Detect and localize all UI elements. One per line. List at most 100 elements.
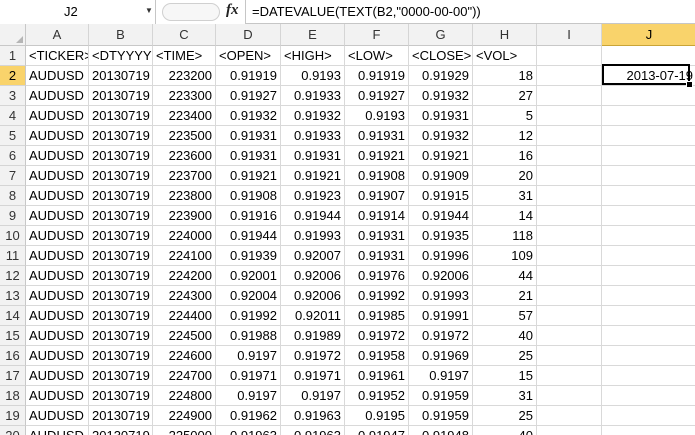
cell-b12[interactable]: 20130719	[89, 266, 153, 286]
cell-c14[interactable]: 224400	[153, 306, 216, 326]
cell-h10[interactable]: 118	[473, 226, 537, 246]
cell-g7[interactable]: 0.91909	[409, 166, 473, 186]
cell-a18[interactable]: AUDUSD	[26, 386, 89, 406]
cell-e14[interactable]: 0.92011	[281, 306, 345, 326]
name-box[interactable]: J2 ▼	[0, 0, 156, 24]
cell-h9[interactable]: 14	[473, 206, 537, 226]
cell-a20[interactable]: AUDUSD	[26, 426, 89, 435]
cell-g4[interactable]: 0.91931	[409, 106, 473, 126]
cell-e16[interactable]: 0.91972	[281, 346, 345, 366]
cell-b11[interactable]: 20130719	[89, 246, 153, 266]
cell-g8[interactable]: 0.91915	[409, 186, 473, 206]
cell-i6[interactable]	[537, 146, 602, 166]
cell-f13[interactable]: 0.91992	[345, 286, 409, 306]
cell-d6[interactable]: 0.91931	[216, 146, 281, 166]
column-header-c[interactable]: C	[153, 24, 216, 46]
chevron-down-icon[interactable]: ▼	[144, 4, 154, 18]
cell-e11[interactable]: 0.92007	[281, 246, 345, 266]
cell-b13[interactable]: 20130719	[89, 286, 153, 306]
cell-i11[interactable]	[537, 246, 602, 266]
cell-j20[interactable]	[602, 426, 695, 435]
cell-h1[interactable]: <VOL>	[473, 46, 537, 66]
cell-g19[interactable]: 0.91959	[409, 406, 473, 426]
cell-a10[interactable]: AUDUSD	[26, 226, 89, 246]
cell-h8[interactable]: 31	[473, 186, 537, 206]
cell-j7[interactable]	[602, 166, 695, 186]
cell-b3[interactable]: 20130719	[89, 86, 153, 106]
cell-h4[interactable]: 5	[473, 106, 537, 126]
cell-f2[interactable]: 0.91919	[345, 66, 409, 86]
cell-f9[interactable]: 0.91914	[345, 206, 409, 226]
cell-f20[interactable]: 0.91947	[345, 426, 409, 435]
select-all-corner[interactable]	[0, 24, 26, 46]
cell-b20[interactable]: 20130719	[89, 426, 153, 435]
cell-g9[interactable]: 0.91944	[409, 206, 473, 226]
row-header-17[interactable]: 17	[0, 366, 26, 386]
cell-c6[interactable]: 223600	[153, 146, 216, 166]
row-header-9[interactable]: 9	[0, 206, 26, 226]
cell-f14[interactable]: 0.91985	[345, 306, 409, 326]
cell-i1[interactable]	[537, 46, 602, 66]
cell-g15[interactable]: 0.91972	[409, 326, 473, 346]
cell-b18[interactable]: 20130719	[89, 386, 153, 406]
cell-i8[interactable]	[537, 186, 602, 206]
cell-c5[interactable]: 223500	[153, 126, 216, 146]
cell-f12[interactable]: 0.91976	[345, 266, 409, 286]
cell-i4[interactable]	[537, 106, 602, 126]
cell-d9[interactable]: 0.91916	[216, 206, 281, 226]
row-header-18[interactable]: 18	[0, 386, 26, 406]
cell-i5[interactable]	[537, 126, 602, 146]
row-header-3[interactable]: 3	[0, 86, 26, 106]
cell-j12[interactable]	[602, 266, 695, 286]
cell-h20[interactable]: 40	[473, 426, 537, 435]
cell-f15[interactable]: 0.91972	[345, 326, 409, 346]
cell-c1[interactable]: <TIME>	[153, 46, 216, 66]
cell-a3[interactable]: AUDUSD	[26, 86, 89, 106]
column-header-e[interactable]: E	[281, 24, 345, 46]
cell-c16[interactable]: 224600	[153, 346, 216, 366]
cell-e5[interactable]: 0.91933	[281, 126, 345, 146]
cell-c11[interactable]: 224100	[153, 246, 216, 266]
cell-b9[interactable]: 20130719	[89, 206, 153, 226]
cell-f6[interactable]: 0.91921	[345, 146, 409, 166]
cell-b15[interactable]: 20130719	[89, 326, 153, 346]
cell-e13[interactable]: 0.92006	[281, 286, 345, 306]
cell-d1[interactable]: <OPEN>	[216, 46, 281, 66]
cell-g20[interactable]: 0.91948	[409, 426, 473, 435]
cell-b8[interactable]: 20130719	[89, 186, 153, 206]
cell-b17[interactable]: 20130719	[89, 366, 153, 386]
cell-a1[interactable]: <TICKER>	[26, 46, 89, 66]
cell-i2[interactable]	[537, 66, 602, 86]
row-header-16[interactable]: 16	[0, 346, 26, 366]
cell-b19[interactable]: 20130719	[89, 406, 153, 426]
column-header-d[interactable]: D	[216, 24, 281, 46]
cell-f8[interactable]: 0.91907	[345, 186, 409, 206]
cell-h18[interactable]: 31	[473, 386, 537, 406]
cell-h3[interactable]: 27	[473, 86, 537, 106]
cell-d18[interactable]: 0.9197	[216, 386, 281, 406]
cell-h2[interactable]: 18	[473, 66, 537, 86]
cell-h17[interactable]: 15	[473, 366, 537, 386]
cell-a16[interactable]: AUDUSD	[26, 346, 89, 366]
cell-e4[interactable]: 0.91932	[281, 106, 345, 126]
cell-d13[interactable]: 0.92004	[216, 286, 281, 306]
cell-b1[interactable]: <DTYYYYMMDD>	[89, 46, 153, 66]
cell-i3[interactable]	[537, 86, 602, 106]
formula-bar-grabber[interactable]	[162, 3, 220, 21]
cell-e18[interactable]: 0.9197	[281, 386, 345, 406]
cell-d10[interactable]: 0.91944	[216, 226, 281, 246]
cell-f4[interactable]: 0.9193	[345, 106, 409, 126]
cell-e9[interactable]: 0.91944	[281, 206, 345, 226]
cell-f10[interactable]: 0.91931	[345, 226, 409, 246]
cell-h14[interactable]: 57	[473, 306, 537, 326]
cell-j2[interactable]: 2013-07-19	[602, 66, 695, 86]
cell-f3[interactable]: 0.91927	[345, 86, 409, 106]
cell-e10[interactable]: 0.91993	[281, 226, 345, 246]
row-header-7[interactable]: 7	[0, 166, 26, 186]
cell-g13[interactable]: 0.91993	[409, 286, 473, 306]
cell-b7[interactable]: 20130719	[89, 166, 153, 186]
cell-g1[interactable]: <CLOSE>	[409, 46, 473, 66]
fx-icon[interactable]: fx	[226, 2, 239, 19]
row-header-19[interactable]: 19	[0, 406, 26, 426]
cell-a15[interactable]: AUDUSD	[26, 326, 89, 346]
